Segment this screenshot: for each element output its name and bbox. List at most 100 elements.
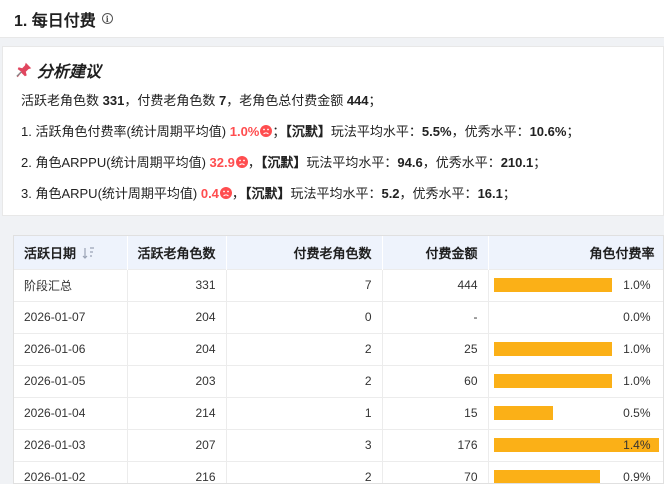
cell-rate: 0.0% (488, 300, 663, 333)
cell-active: 214 (127, 396, 227, 429)
pushpin-icon (16, 62, 32, 78)
avg-label: 玩法平均水平： (330, 124, 422, 139)
metric-label: 3. 角色ARPU(统计周期平均值) (21, 186, 201, 201)
table-row[interactable]: 2026-01-04 214 1 15 0.5% (14, 396, 663, 429)
cell-amount: 444 (382, 268, 489, 301)
cell-active: 216 (127, 460, 227, 483)
good-label: ，优秀水平： (451, 124, 530, 139)
cell-rate: 1.0% (488, 332, 663, 365)
cell-rate: 1.0% (488, 364, 663, 397)
table-row[interactable]: 阶段汇总 331 7 444 1.0% (14, 268, 663, 301)
cell-paying: 7 (226, 268, 383, 301)
line-end: ； (502, 186, 516, 201)
cell-date: 2026-01-03 (14, 428, 128, 461)
rate-text: 1.0% (623, 277, 651, 292)
table-header-row: 活跃日期 活跃老角色数 付费老角色数 付费金额 角色付费率 (14, 236, 663, 269)
column-header-paying[interactable]: 付费老角色数 (226, 236, 383, 269)
line-end: ； (566, 124, 580, 139)
summary-amount-value: 444 (346, 93, 369, 108)
metric-value: 32.9 (209, 155, 235, 170)
cell-amount: - (382, 300, 489, 333)
table-row[interactable]: 2026-01-02 216 2 70 0.9% (14, 460, 663, 483)
cell-rate: 1.0% (488, 268, 663, 301)
table-row[interactable]: 2026-01-05 203 2 60 1.0% (14, 364, 663, 397)
cell-paying: 1 (226, 396, 383, 429)
rate-bar (493, 341, 612, 356)
rate-text: 0.5% (623, 405, 651, 420)
advice-title-text: 分析建议 (37, 64, 102, 81)
advice-line-arppu: 2. 角色ARPPU(统计周期平均值) 32.9 ，【沉默】玩法平均水平：94.6… (21, 153, 651, 173)
column-header-active[interactable]: 活跃老角色数 (127, 236, 227, 269)
metric-value: 0.4 (200, 186, 219, 201)
rate-bar (493, 405, 553, 420)
cell-date: 阶段汇总 (14, 268, 128, 301)
status-tag: 【沉默】 (244, 186, 291, 201)
metric-label: 1. 活跃角色付费率(统计周期平均值) (21, 124, 230, 139)
advice-line-arpu: 3. 角色ARPU(统计周期平均值) 0.4 ，【沉默】玩法平均水平：5.2，优秀… (21, 184, 651, 204)
cell-amount: 70 (382, 460, 489, 483)
page-title: 1. 每日付费 (14, 12, 96, 30)
cell-date: 2026-01-07 (14, 300, 128, 333)
status-tag: 【沉默】 (260, 155, 307, 170)
advice-summary: 活跃老角色数 331，付费老角色数 7，老角色总付费金额 444； (21, 91, 651, 111)
avg-value: 5.2 (381, 186, 400, 201)
metric-value: 1.0% (229, 124, 260, 139)
cell-amount: 60 (382, 364, 489, 397)
column-header-amount[interactable]: 付费金额 (382, 236, 489, 269)
sad-face-icon (235, 156, 248, 168)
cell-date: 2026-01-06 (14, 332, 128, 365)
summary-label-amount: ，老角色总付费金额 (226, 93, 347, 108)
comma: ， (231, 186, 245, 201)
cell-rate: 0.9% (488, 460, 663, 483)
avg-value: 5.5% (421, 124, 452, 139)
column-header-rate[interactable]: 角色付费率 (488, 236, 663, 269)
analysis-advice-card: 分析建议 活跃老角色数 331，付费老角色数 7，老角色总付费金额 444； 1… (2, 46, 664, 216)
good-label: ，优秀水平： (399, 186, 478, 201)
advice-title: 分析建议 (15, 59, 651, 81)
rate-text: 0.0% (623, 309, 651, 324)
sort-icon[interactable] (82, 247, 96, 259)
rate-text: 1.0% (623, 341, 651, 356)
comma: ， (247, 155, 261, 170)
summary-label-paying: ，付费老角色数 (124, 93, 219, 108)
cell-active: 203 (127, 364, 227, 397)
cell-active: 207 (127, 428, 227, 461)
cell-amount: 25 (382, 332, 489, 365)
good-value: 10.6% (529, 124, 567, 139)
rate-text: 1.0% (623, 373, 651, 388)
column-header-date[interactable]: 活跃日期 (14, 236, 128, 269)
rate-bar (493, 373, 612, 388)
table-row[interactable]: 2026-01-06 204 2 25 1.0% (14, 332, 663, 365)
daily-payment-table: 活跃日期 活跃老角色数 付费老角色数 付费金额 角色付费率 阶段汇总 331 7 44… (14, 236, 663, 483)
metric-label: 2. 角色ARPPU(统计周期平均值) (21, 155, 210, 170)
cell-rate: 1.4% (488, 428, 663, 461)
info-icon[interactable]: i (101, 13, 113, 24)
table-row[interactable]: 2026-01-07 204 0- 0.0% (14, 300, 663, 333)
comma: ； (272, 124, 286, 139)
rate-bar (493, 277, 612, 292)
cell-paying: 2 (226, 364, 383, 397)
good-value: 210.1 (500, 155, 534, 170)
daily-payment-table-card: 活跃日期 活跃老角色数 付费老角色数 付费金额 角色付费率 阶段汇总 331 7 44… (13, 235, 664, 484)
good-value: 16.1 (477, 186, 503, 201)
summary-end: ； (368, 93, 382, 108)
good-label: ，优秀水平： (422, 155, 501, 170)
cell-amount: 176 (382, 428, 489, 461)
sad-face-icon (219, 187, 232, 199)
avg-value: 94.6 (397, 155, 423, 170)
sad-face-icon (260, 125, 273, 137)
cell-date: 2026-01-02 (14, 460, 128, 483)
cell-rate: 0.5% (488, 396, 663, 429)
status-tag: 【沉默】 (285, 124, 331, 139)
line-end: ； (533, 155, 547, 170)
section-header: 1. 每日付费 i (0, 0, 664, 38)
summary-label-active: 活跃老角色数 (21, 93, 103, 108)
table-body: 阶段汇总 331 7 444 1.0% 2026-01-07 204 0-0.0% 2026-0… (14, 268, 663, 483)
summary-active-value: 331 (102, 93, 125, 108)
column-header-label: 活跃日期 (24, 245, 77, 261)
avg-label: 玩法平均水平： (290, 186, 382, 201)
cell-active: 204 (127, 332, 227, 365)
table-row[interactable]: 2026-01-03 207 3 176 1.4% (14, 428, 663, 461)
rate-bar (493, 469, 600, 483)
cell-paying: 2 (226, 460, 383, 483)
